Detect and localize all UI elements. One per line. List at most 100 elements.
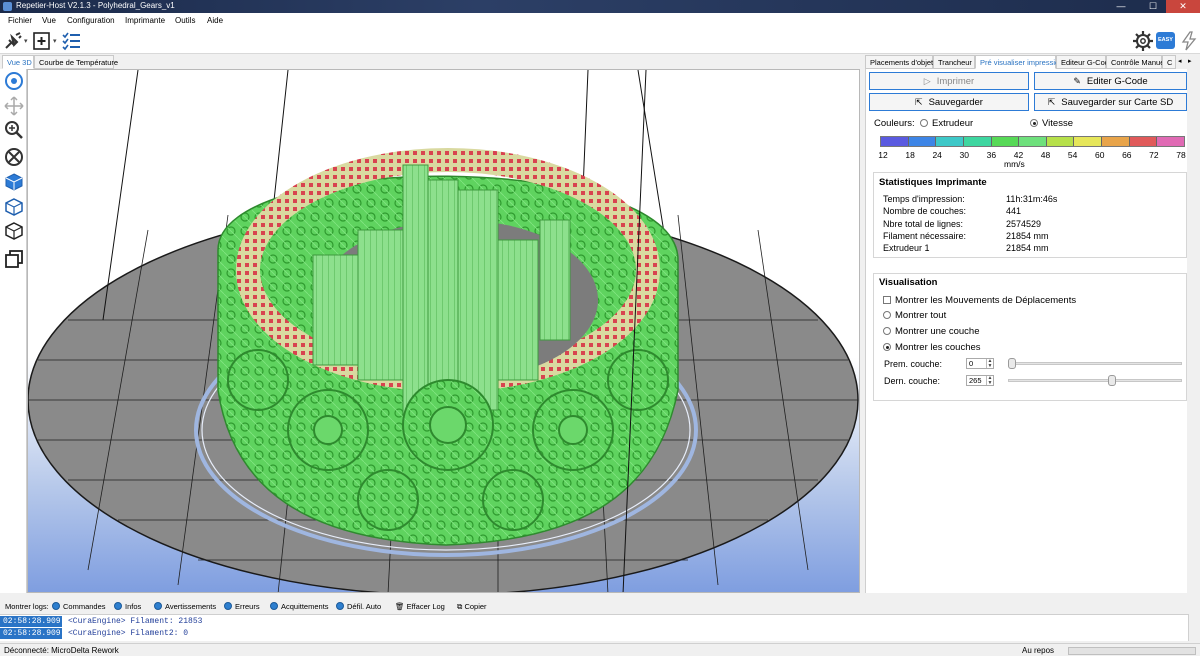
last-layer-label: Dern. couche: xyxy=(884,376,941,386)
log-message: <CuraEngine> Filament: 21853 xyxy=(68,617,203,626)
rotate-icon[interactable] xyxy=(4,71,24,91)
save-button[interactable]: ⇱ Sauvegarder xyxy=(869,93,1029,111)
log-message: <CuraEngine> Filament2: 0 xyxy=(68,629,189,638)
tab-scroll-right-icon[interactable]: ▸ xyxy=(1188,57,1192,65)
settings-gear-icon[interactable] xyxy=(1132,30,1154,52)
show-all-option[interactable]: Montrer tout xyxy=(883,310,946,321)
log-filter-commandes[interactable]: Commandes xyxy=(52,602,106,611)
last-layer-slider-track[interactable] xyxy=(1008,379,1182,382)
menu-bar: Fichier Vue Configuration Imprimante Out… xyxy=(0,13,1200,28)
add-object-icon[interactable] xyxy=(32,31,52,51)
log-timestamp: 02:58:28.909 xyxy=(0,628,62,639)
color-mode-row: Couleurs: Extrudeur Vitesse xyxy=(874,118,1073,129)
first-layer-slider-track[interactable] xyxy=(1008,362,1182,365)
speed-radio[interactable] xyxy=(1030,119,1038,127)
visualisation-title: Visualisation xyxy=(879,277,938,288)
front-view-icon[interactable] xyxy=(4,197,24,217)
3d-viewport[interactable] xyxy=(27,69,860,593)
speed-scale-tick: 12 xyxy=(878,150,888,160)
color-option-speed[interactable]: Vitesse xyxy=(1030,118,1073,129)
tab-vue-3d[interactable]: Vue 3D xyxy=(2,55,34,69)
menu-fichier[interactable]: Fichier xyxy=(8,16,32,25)
log-timestamp: 02:58:28.909 xyxy=(0,616,62,627)
show-layers-radio[interactable] xyxy=(883,343,891,351)
move-icon[interactable] xyxy=(4,96,24,116)
tab-courbe-temperature[interactable]: Courbe de Température xyxy=(34,55,118,69)
easy-mode-button[interactable]: EASY xyxy=(1156,32,1175,49)
tab-overflow[interactable]: C xyxy=(1162,55,1176,69)
color-option-extruder[interactable]: Extrudeur xyxy=(920,118,973,129)
tab-editeur-gcode[interactable]: Editeur G-Code xyxy=(1056,55,1113,69)
progress-bar xyxy=(1068,647,1196,655)
zoom-icon[interactable] xyxy=(4,120,24,140)
first-layer-input[interactable]: 0 ▲ ▼ xyxy=(966,358,994,369)
speed-color-segment xyxy=(936,137,964,146)
save-sd-button[interactable]: ⇱ Sauvegarder sur Carte SD xyxy=(1034,93,1187,111)
speed-scale-tick: 66 xyxy=(1122,150,1132,160)
job-list-icon[interactable] xyxy=(61,31,81,51)
lightning-icon[interactable] xyxy=(1179,31,1199,51)
first-layer-slider-thumb[interactable] xyxy=(1008,358,1016,369)
menu-imprimante[interactable]: Imprimante xyxy=(125,16,165,25)
stat-label: Nbre total de lignes: xyxy=(883,219,964,229)
reset-view-icon[interactable] xyxy=(4,147,24,167)
log-filter-infos[interactable]: Infos xyxy=(114,602,141,611)
top-view-icon[interactable] xyxy=(4,221,24,241)
connect-plug-icon[interactable] xyxy=(3,31,23,51)
spin-arrows-icon[interactable]: ▲ ▼ xyxy=(986,359,993,368)
add-dropdown-icon[interactable]: ▾ xyxy=(53,37,57,45)
show-travel-option[interactable]: Montrer les Mouvements de Déplacements xyxy=(883,295,1076,306)
log-line: 02:58:28.909 <CuraEngine> Filament: 2185… xyxy=(0,616,1188,627)
toolbar: ▾ ▾ EASY xyxy=(0,28,1200,54)
clear-log-button[interactable]: 🗑 Effacer Log xyxy=(395,602,445,611)
menu-outils[interactable]: Outils xyxy=(175,16,195,25)
log-scrollbar[interactable] xyxy=(1188,614,1200,641)
log-autoscroll[interactable]: Défil. Auto xyxy=(336,602,381,611)
log-output[interactable]: 02:58:28.909 <CuraEngine> Filament: 2185… xyxy=(0,614,1188,641)
window-title: Repetier-Host V2.1.3 - Polyhedral_Gears_… xyxy=(16,1,175,10)
trash-icon: 🗑 xyxy=(395,602,407,611)
log-filter-acquittements[interactable]: Acquittements xyxy=(270,602,329,611)
toggle-dot-icon xyxy=(336,602,344,610)
stat-label: Nombre de couches: xyxy=(883,206,967,216)
edit-icon: ✎ xyxy=(1073,76,1081,86)
show-layers-option[interactable]: Montrer les couches xyxy=(883,342,981,353)
iso-view-icon[interactable] xyxy=(4,172,24,192)
close-button[interactable]: ✕ xyxy=(1166,0,1200,13)
view-tools-sidebar xyxy=(0,69,27,593)
log-line: 02:58:28.909 <CuraEngine> Filament2: 0 xyxy=(0,628,1188,639)
tab-scroll-left-icon[interactable]: ◂ xyxy=(1178,57,1182,65)
last-layer-input[interactable]: 265 ▲ ▼ xyxy=(966,375,994,386)
tab-trancheur[interactable]: Trancheur xyxy=(933,55,975,69)
tab-previsualiser[interactable]: Pré visualiser impression xyxy=(975,55,1063,69)
edit-gcode-button[interactable]: ✎ Editer G-Code xyxy=(1034,72,1187,90)
speed-scale-labels: 12 18 24 30 36 42 48 54 60 66 72 78 xyxy=(873,150,1191,160)
app-icon xyxy=(3,2,12,11)
minimize-button[interactable]: — xyxy=(1104,0,1138,13)
show-all-radio[interactable] xyxy=(883,311,891,319)
tab-placements[interactable]: Placements d'objets xyxy=(865,55,937,69)
panel-scrollbar[interactable] xyxy=(1187,69,1200,593)
print-button[interactable]: ▷ Imprimer xyxy=(869,72,1029,90)
stat-value: 11h:31m:46s xyxy=(1006,194,1058,204)
menu-configuration[interactable]: Configuration xyxy=(67,16,115,25)
menu-vue[interactable]: Vue xyxy=(42,16,56,25)
right-panel-tabs: Placements d'objets Trancheur Pré visual… xyxy=(865,55,1200,69)
show-one-layer-radio[interactable] xyxy=(883,327,891,335)
log-filter-bar: Montrer logs: Commandes Infos Avertissem… xyxy=(0,600,1200,614)
copy-log-button[interactable]: ⧉ Copier xyxy=(457,602,487,612)
log-filter-erreurs[interactable]: Erreurs xyxy=(224,602,260,611)
connect-dropdown-icon[interactable]: ▾ xyxy=(24,37,28,45)
tab-controle-manuel[interactable]: Contrôle Manuel xyxy=(1106,55,1166,69)
maximize-button[interactable]: ☐ xyxy=(1136,0,1170,13)
log-filter-avertissements[interactable]: Avertissements xyxy=(154,602,216,611)
spin-arrows-icon[interactable]: ▲ ▼ xyxy=(986,376,993,385)
parallel-projection-icon[interactable] xyxy=(4,249,24,269)
last-layer-slider-thumb[interactable] xyxy=(1107,375,1116,386)
show-one-layer-option[interactable]: Montrer une couche xyxy=(883,326,980,337)
show-travel-checkbox[interactable] xyxy=(883,296,891,304)
first-layer-label: Prem. couche: xyxy=(884,359,943,369)
menu-aide[interactable]: Aide xyxy=(207,16,223,25)
extruder-radio[interactable] xyxy=(920,119,928,127)
last-layer-value: 265 xyxy=(969,376,982,385)
